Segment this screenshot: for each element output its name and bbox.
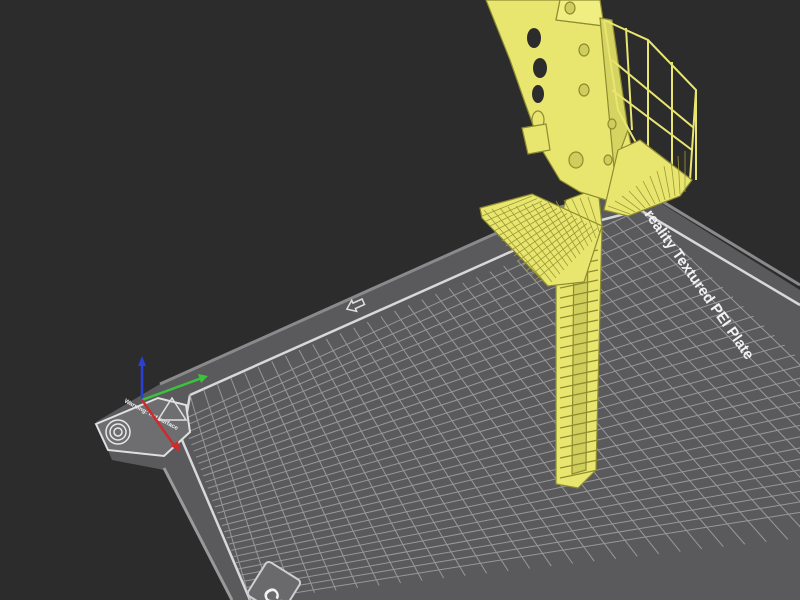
right-mesh-landing <box>603 139 693 217</box>
scene-svg: CR Warning: hot surface reality Textured… <box>94 0 800 600</box>
build-plate[interactable] <box>96 186 800 600</box>
z-axis-arrow-icon <box>138 356 146 366</box>
main-plate-tower <box>485 0 633 201</box>
3d-viewport[interactable]: CR Warning: hot surface reality Textured… <box>0 0 800 600</box>
